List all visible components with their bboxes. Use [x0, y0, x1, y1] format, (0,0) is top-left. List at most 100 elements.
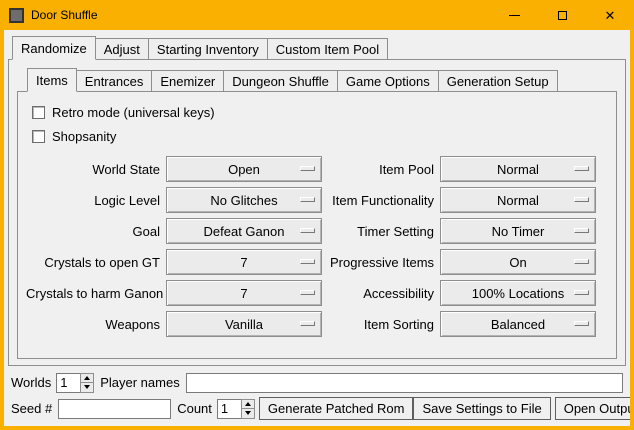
progressive-items-value: On: [509, 255, 526, 270]
dropdown-indicator-icon: [574, 197, 589, 202]
spinner-down-button[interactable]: [241, 409, 255, 419]
player-names-label: Player names: [100, 375, 179, 390]
option-row: World State Open: [26, 156, 322, 182]
option-row: Item Pool Normal: [330, 156, 596, 182]
logic-level-value: No Glitches: [210, 193, 277, 208]
titlebar[interactable]: Door Shuffle ✕: [0, 0, 634, 30]
option-row: Item Sorting Balanced: [330, 311, 596, 337]
item-functionality-value: Normal: [497, 193, 539, 208]
open-output-directory-button[interactable]: Open Output Directory: [555, 397, 630, 420]
spinner-down-button[interactable]: [80, 383, 94, 393]
option-row: Crystals to harm Ganon 7: [26, 280, 322, 306]
window-controls: ✕: [490, 0, 634, 30]
option-row: Goal Defeat Ganon: [26, 218, 322, 244]
client-area: Randomize Adjust Starting Inventory Cust…: [4, 30, 630, 426]
world-state-label: World State: [26, 162, 166, 177]
crystals-open-gt-dropdown[interactable]: 7: [166, 249, 322, 275]
tab-starting-inventory[interactable]: Starting Inventory: [148, 38, 268, 59]
accessibility-dropdown[interactable]: 100% Locations: [440, 280, 596, 306]
seed-input[interactable]: [58, 399, 171, 419]
generate-patched-rom-button[interactable]: Generate Patched Rom: [259, 397, 414, 420]
chevron-up-icon: [84, 376, 90, 380]
tab-generation-setup[interactable]: Generation Setup: [438, 70, 558, 91]
option-row: Crystals to open GT 7: [26, 249, 322, 275]
spinner-up-button[interactable]: [80, 373, 94, 384]
crystals-open-gt-value: 7: [240, 255, 247, 270]
app-window: Door Shuffle ✕ Randomize Adjust Starting…: [0, 0, 634, 430]
dropdown-indicator-icon: [300, 228, 315, 233]
weapons-dropdown[interactable]: Vanilla: [166, 311, 322, 337]
timer-setting-dropdown[interactable]: No Timer: [440, 218, 596, 244]
chevron-up-icon: [245, 402, 251, 406]
item-sorting-value: Balanced: [491, 317, 545, 332]
item-functionality-dropdown[interactable]: Normal: [440, 187, 596, 213]
tab-game-options[interactable]: Game Options: [337, 70, 439, 91]
player-names-input[interactable]: [186, 373, 623, 393]
option-row: Weapons Vanilla: [26, 311, 322, 337]
dropdown-indicator-icon: [574, 321, 589, 326]
weapons-value: Vanilla: [225, 317, 263, 332]
count-input[interactable]: [217, 399, 241, 419]
tab-randomize[interactable]: Randomize: [12, 36, 96, 60]
crystals-open-gt-label: Crystals to open GT: [26, 255, 166, 270]
retro-mode-row: Retro mode (universal keys): [32, 100, 612, 124]
tab-enemizer[interactable]: Enemizer: [151, 70, 224, 91]
worlds-spinner: [56, 373, 94, 393]
close-button[interactable]: ✕: [586, 0, 634, 30]
maximize-button[interactable]: [538, 0, 586, 30]
secondary-tabbar: Items Entrances Enemizer Dungeon Shuffle…: [27, 68, 617, 91]
minimize-icon: [509, 15, 520, 16]
goal-value: Defeat Ganon: [204, 224, 285, 239]
maximize-icon: [558, 11, 567, 20]
tab-items[interactable]: Items: [27, 68, 77, 92]
tab-custom-item-pool[interactable]: Custom Item Pool: [267, 38, 388, 59]
option-row: Item Functionality Normal: [330, 187, 596, 213]
logic-level-dropdown[interactable]: No Glitches: [166, 187, 322, 213]
save-settings-button[interactable]: Save Settings to File: [413, 397, 550, 420]
item-sorting-dropdown[interactable]: Balanced: [440, 311, 596, 337]
shopsanity-row: Shopsanity: [32, 124, 612, 148]
item-pool-dropdown[interactable]: Normal: [440, 156, 596, 182]
worlds-input[interactable]: [56, 373, 80, 393]
crystals-harm-ganon-value: 7: [240, 286, 247, 301]
dropdown-indicator-icon: [300, 166, 315, 171]
retro-mode-checkbox[interactable]: [32, 106, 45, 119]
tab-dungeon-shuffle[interactable]: Dungeon Shuffle: [223, 70, 338, 91]
item-pool-label: Item Pool: [330, 162, 440, 177]
worlds-label: Worlds: [11, 375, 51, 390]
item-pool-value: Normal: [497, 162, 539, 177]
timer-setting-label: Timer Setting: [330, 224, 440, 239]
crystals-harm-ganon-label: Crystals to harm Ganon: [26, 286, 166, 301]
chevron-down-icon: [245, 411, 251, 415]
goal-dropdown[interactable]: Defeat Ganon: [166, 218, 322, 244]
options-grid: World State Open Logic Level No Glitches: [26, 156, 612, 342]
close-icon: ✕: [605, 9, 616, 22]
shopsanity-label: Shopsanity: [52, 129, 116, 144]
goal-label: Goal: [26, 224, 166, 239]
randomize-pane: Items Entrances Enemizer Dungeon Shuffle…: [8, 59, 626, 366]
dropdown-indicator-icon: [300, 259, 315, 264]
retro-mode-label: Retro mode (universal keys): [52, 105, 215, 120]
window-title: Door Shuffle: [31, 8, 98, 22]
tab-adjust[interactable]: Adjust: [95, 38, 149, 59]
dropdown-indicator-icon: [300, 290, 315, 295]
count-label: Count: [177, 401, 212, 416]
chevron-down-icon: [84, 385, 90, 389]
tab-entrances[interactable]: Entrances: [76, 70, 153, 91]
app-icon: [9, 8, 24, 23]
option-row: Logic Level No Glitches: [26, 187, 322, 213]
spinner-up-button[interactable]: [241, 399, 255, 410]
shopsanity-checkbox[interactable]: [32, 130, 45, 143]
primary-tabbar: Randomize Adjust Starting Inventory Cust…: [12, 36, 630, 59]
world-state-dropdown[interactable]: Open: [166, 156, 322, 182]
items-pane: Retro mode (universal keys) Shopsanity W…: [17, 91, 617, 359]
count-spinner: [217, 399, 255, 419]
count-spinner-arrows: [241, 399, 255, 419]
crystals-harm-ganon-dropdown[interactable]: 7: [166, 280, 322, 306]
dropdown-indicator-icon: [300, 321, 315, 326]
item-sorting-label: Item Sorting: [330, 317, 440, 332]
timer-setting-value: No Timer: [492, 224, 545, 239]
progressive-items-dropdown[interactable]: On: [440, 249, 596, 275]
minimize-button[interactable]: [490, 0, 538, 30]
option-row: Progressive Items On: [330, 249, 596, 275]
